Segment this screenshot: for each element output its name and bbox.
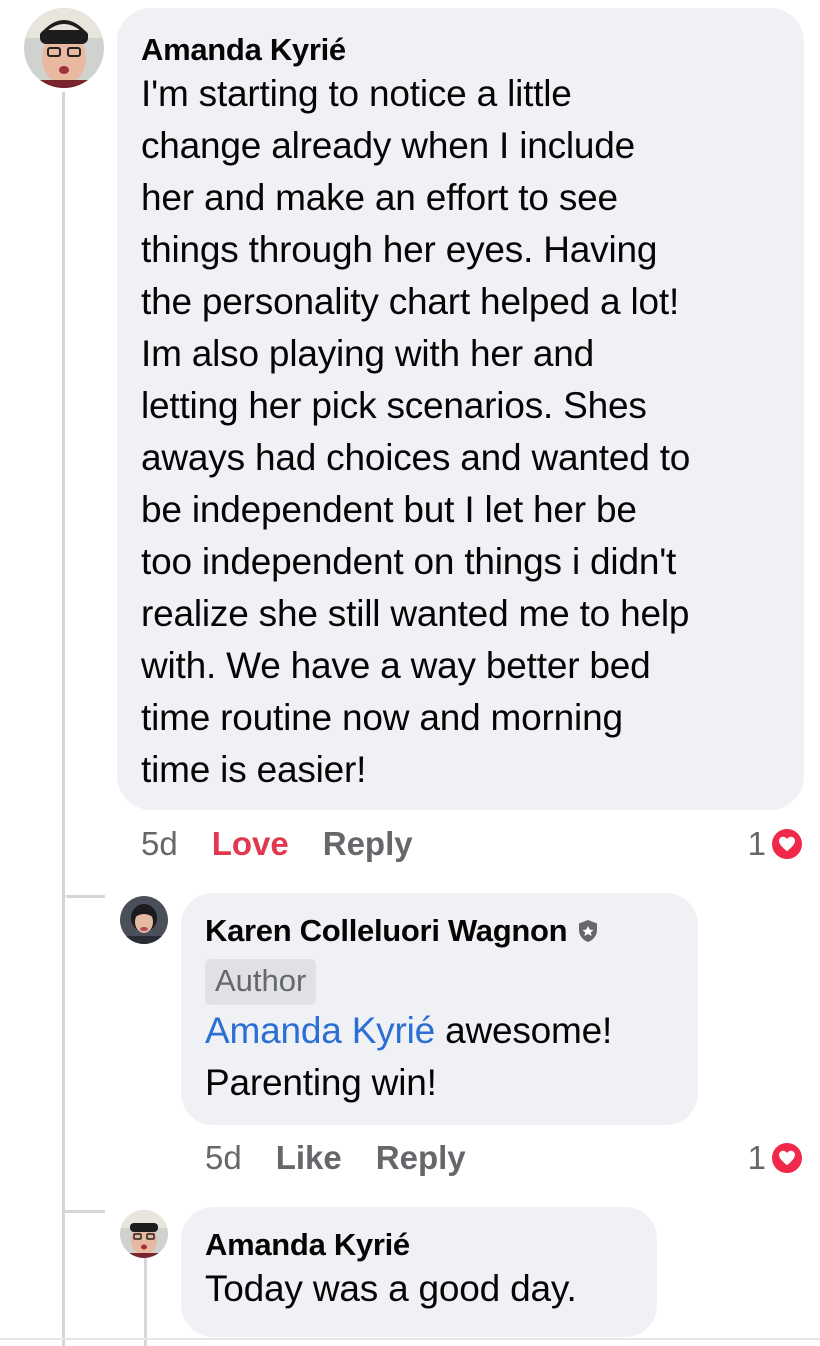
heart-icon [770,827,804,861]
comment-text-line: realize she still wanted me to help [141,593,690,634]
comment-author[interactable]: Amanda Kyrié [141,32,780,68]
comment-text-line: Im also playing with her and [141,333,595,374]
comment-text-line: the personality chart helped a lot! [141,281,680,322]
comment-text-line: too independent on things i didn't [141,541,677,582]
thread-line-branch-1 [65,895,105,898]
reply-author[interactable]: Karen Colleluori Wagnon [205,913,674,949]
reply-text-line: Amanda Kyrié awesome! [205,1005,674,1057]
reply-button[interactable]: Reply [376,1139,466,1177]
author-badge: Author [205,959,317,1005]
comment-text-line: change already when I include [141,125,636,166]
reaction-summary[interactable]: 1 [748,1136,804,1180]
reaction-summary[interactable]: 1 [748,822,804,866]
comment-text-line: with. We have a way better bed [141,645,651,686]
reply-bubble: Amanda Kyrié Today was a good day. [181,1207,657,1337]
divider [0,1338,820,1340]
comment-text: I'm starting to notice a little change a… [141,68,780,796]
comment-text-line: I'm starting to notice a little [141,73,572,114]
reply-text: Amanda Kyrié awesome! Parenting win! [205,1005,674,1109]
thread-line-sub [144,1258,147,1346]
avatar[interactable] [120,1210,168,1258]
thread-line-main [62,92,65,1346]
avatar[interactable] [24,8,104,88]
comment-text-line: aways had choices and wanted to [141,437,691,478]
comment-text-line: be independent but I let her be [141,489,637,530]
thread-line-branch-2 [65,1210,105,1213]
love-button[interactable]: Love [212,825,289,863]
heart-icon [770,1141,804,1175]
reaction-count: 1 [747,1139,766,1176]
comment-bubble: Amanda Kyrié I'm starting to notice a li… [117,8,804,810]
comment-text-line: time routine now and morning [141,697,623,738]
reply-text-line: Parenting win! [205,1062,437,1103]
comment-text-line: letting her pick scenarios. Shes [141,385,647,426]
mention-link[interactable]: Amanda Kyrié [205,1010,435,1051]
reply-text: Today was a good day. [205,1268,577,1309]
reply-timestamp[interactable]: 5d [205,1139,242,1177]
reply-actions: 5d Like Reply [205,1136,466,1180]
reaction-count: 1 [747,825,766,862]
comment-actions: 5d Love Reply [141,822,413,866]
reply-button[interactable]: Reply [323,825,413,863]
comment-text-line: her and make an effort to see [141,177,618,218]
shield-badge-icon [579,920,598,942]
reply-bubble: Karen Colleluori Wagnon Author Amanda Ky… [181,893,698,1125]
comment-text-line: time is easier! [141,749,367,790]
reply-author-name: Karen Colleluori Wagnon [205,913,568,948]
comment-text-line: things through her eyes. Having [141,229,658,270]
reply-text-rest: awesome! [435,1010,613,1051]
like-button[interactable]: Like [276,1139,342,1177]
comment-timestamp[interactable]: 5d [141,825,178,863]
reply-author[interactable]: Amanda Kyrié [205,1227,633,1263]
avatar[interactable] [120,896,168,944]
